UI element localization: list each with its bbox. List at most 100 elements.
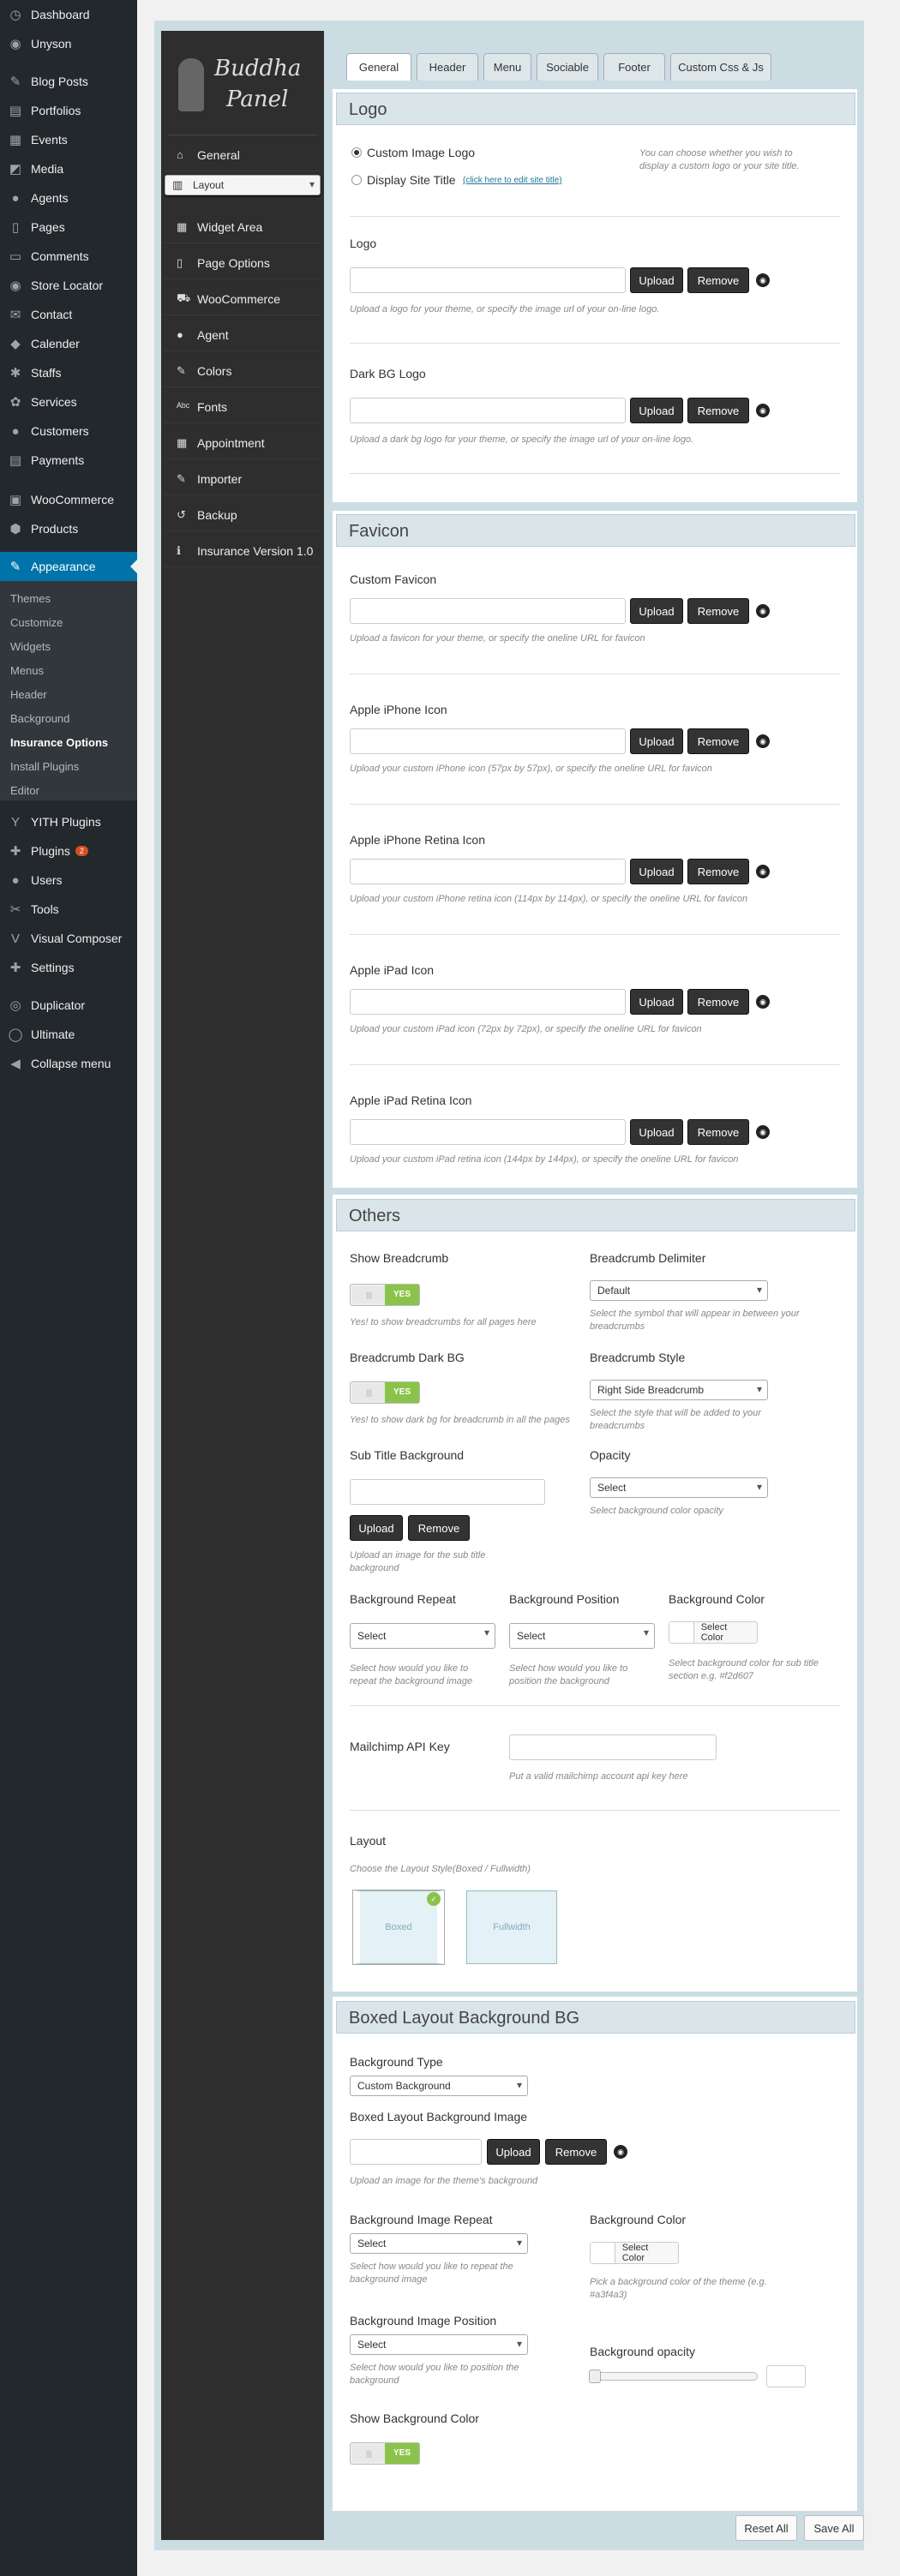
camera-icon[interactable]: ◉ (756, 1125, 770, 1139)
subtitle-bg-input[interactable] (350, 1479, 545, 1505)
submenu-item[interactable]: Install Plugins (0, 754, 137, 778)
tab-sociable[interactable]: Sociable (537, 53, 598, 81)
slider-handle[interactable] (589, 2369, 601, 2383)
opacity-select[interactable]: Select (590, 1477, 768, 1498)
reset-all-button[interactable]: Reset All (735, 2515, 797, 2541)
menu-item-store-locator[interactable]: ◉ Store Locator (0, 271, 137, 300)
submenu-item[interactable]: Background (0, 706, 137, 730)
subtitle-upload-button[interactable]: Upload (350, 1515, 403, 1541)
camera-icon[interactable]: ◉ (756, 995, 770, 1009)
menu-item-products[interactable]: ⬢ Products (0, 514, 137, 543)
submenu-item[interactable]: Header (0, 682, 137, 706)
menu-item-collapse-menu[interactable]: ◀ Collapse menu (0, 1049, 137, 1078)
tab-general[interactable]: General (346, 53, 411, 81)
camera-icon[interactable]: ◉ (756, 273, 770, 287)
menu-item-agents[interactable]: ● Agents (0, 183, 137, 213)
menu-item-unyson[interactable]: ◉ Unyson (0, 29, 137, 58)
submenu-item[interactable]: Customize (0, 610, 137, 634)
camera-icon[interactable]: ◉ (756, 865, 770, 878)
panel-nav-insurance-version-1-0[interactable]: ℹ Insurance Version 1.0 (165, 535, 321, 567)
bg-color-picker[interactable]: Select Color (669, 1621, 758, 1644)
panel-nav-colors[interactable]: ✎ Colors (165, 355, 321, 387)
apple-ipad-retina-icon-upload-button[interactable]: Upload (630, 1119, 683, 1145)
panel-nav-woocommerce[interactable]: ⛟ WooCommerce (165, 283, 321, 315)
apple-iphone-retina-icon-remove-button[interactable]: Remove (687, 859, 749, 884)
menu-item-duplicator[interactable]: ◎ Duplicator (0, 991, 137, 1020)
dark-logo-upload-button[interactable]: Upload (630, 398, 683, 423)
menu-item-portfolios[interactable]: ▤ Portfolios (0, 96, 137, 125)
delimiter-select[interactable]: Default (590, 1280, 768, 1301)
dark-logo-remove-button[interactable]: Remove (687, 398, 749, 423)
logo-remove-button[interactable]: Remove (687, 267, 749, 293)
bg-image-repeat-select[interactable]: Select (350, 2233, 528, 2254)
bg-opacity-input[interactable] (766, 2365, 806, 2387)
menu-item-services[interactable]: ✿ Services (0, 387, 137, 416)
submenu-item[interactable]: Widgets (0, 634, 137, 658)
panel-nav-fonts[interactable]: ᴬᵇᶜ Fonts (165, 391, 321, 423)
bg-type-select[interactable]: Custom Background (350, 2076, 528, 2096)
menu-item-comments[interactable]: ▭ Comments (0, 242, 137, 271)
menu-item-pages[interactable]: ▯ Pages (0, 213, 137, 242)
site-title-radio[interactable] (351, 175, 362, 185)
panel-nav-page-options[interactable]: ▯ Page Options (165, 247, 321, 279)
apple-iphone-retina-icon-upload-button[interactable]: Upload (630, 859, 683, 884)
menu-item-events[interactable]: ▦ Events (0, 125, 137, 154)
custom-favicon-remove-button[interactable]: Remove (687, 598, 749, 624)
panel-nav-general[interactable]: ⌂ General (165, 139, 321, 171)
menu-item-payments[interactable]: ▤ Payments (0, 446, 137, 475)
menu-item-blog-posts[interactable]: ✎ Blog Posts (0, 67, 137, 96)
bg-repeat-select[interactable]: Select (350, 1623, 495, 1649)
apple-ipad-icon-input[interactable] (350, 989, 626, 1015)
bg-position-select[interactable]: Select (509, 1623, 655, 1649)
dark-bg-toggle[interactable]: ||| YES (350, 1381, 420, 1404)
menu-item-visual-composer[interactable]: V Visual Composer (0, 924, 137, 953)
camera-icon[interactable]: ◉ (756, 604, 770, 618)
tab-custom-css-js[interactable]: Custom Css & Js (670, 53, 771, 81)
submenu-item[interactable]: Menus (0, 658, 137, 682)
save-all-button[interactable]: Save All (804, 2515, 864, 2541)
tab-header[interactable]: Header (417, 53, 478, 81)
tab-footer[interactable]: Footer (603, 53, 665, 81)
bg-image-position-select[interactable]: Select (350, 2334, 528, 2355)
apple-iphone-icon-upload-button[interactable]: Upload (630, 728, 683, 754)
panel-nav-widget-area[interactable]: ▦ Widget Area (165, 211, 321, 243)
menu-item-contact[interactable]: ✉ Contact (0, 300, 137, 329)
boxed-image-input[interactable] (350, 2139, 482, 2165)
menu-item-appearance[interactable]: ✎ Appearance (0, 552, 137, 581)
menu-item-staffs[interactable]: ✱ Staffs (0, 358, 137, 387)
panel-nav-importer[interactable]: ✎ Importer (165, 463, 321, 495)
menu-item-calender[interactable]: ◆ Calender (0, 329, 137, 358)
camera-icon[interactable]: ◉ (756, 404, 770, 417)
layout-fullwidth-option[interactable]: Fullwidth (466, 1890, 557, 1964)
show-bg-color-toggle[interactable]: ||| YES (350, 2442, 420, 2465)
apple-ipad-icon-remove-button[interactable]: Remove (687, 989, 749, 1015)
menu-item-yith-plugins[interactable]: Y YITH Plugins (0, 807, 137, 836)
menu-item-users[interactable]: ● Users (0, 866, 137, 895)
menu-item-tools[interactable]: ✂ Tools (0, 895, 137, 924)
custom-favicon-input[interactable] (350, 598, 626, 624)
apple-ipad-icon-upload-button[interactable]: Upload (630, 989, 683, 1015)
edit-site-title-link[interactable]: (click here to edit site title) (463, 176, 562, 185)
boxed-remove-button[interactable]: Remove (545, 2139, 607, 2165)
camera-icon[interactable]: ◉ (614, 2145, 627, 2159)
tab-menu[interactable]: Menu (483, 53, 531, 81)
apple-ipad-retina-icon-input[interactable] (350, 1119, 626, 1145)
submenu-item[interactable]: Insurance Options (0, 730, 137, 754)
camera-icon[interactable]: ◉ (756, 734, 770, 748)
mailchimp-input[interactable] (509, 1734, 717, 1760)
boxed-bg-color-picker[interactable]: Select Color (590, 2242, 679, 2264)
submenu-item[interactable]: Themes (0, 586, 137, 610)
boxed-upload-button[interactable]: Upload (487, 2139, 540, 2165)
menu-item-settings[interactable]: ✚ Settings (0, 953, 137, 982)
menu-item-woocommerce[interactable]: ▣ WooCommerce (0, 485, 137, 514)
panel-nav-agent[interactable]: ● Agent (165, 319, 321, 351)
show-breadcrumb-toggle[interactable]: ||| YES (350, 1284, 420, 1306)
apple-iphone-retina-icon-input[interactable] (350, 859, 626, 884)
panel-nav-layout[interactable]: ▥ Layout (165, 175, 321, 195)
custom-favicon-upload-button[interactable]: Upload (630, 598, 683, 624)
apple-ipad-retina-icon-remove-button[interactable]: Remove (687, 1119, 749, 1145)
logo-upload-button[interactable]: Upload (630, 267, 683, 293)
apple-iphone-icon-remove-button[interactable]: Remove (687, 728, 749, 754)
breadcrumb-style-select[interactable]: Right Side Breadcrumb (590, 1380, 768, 1400)
dark-logo-url-input[interactable] (350, 398, 626, 423)
